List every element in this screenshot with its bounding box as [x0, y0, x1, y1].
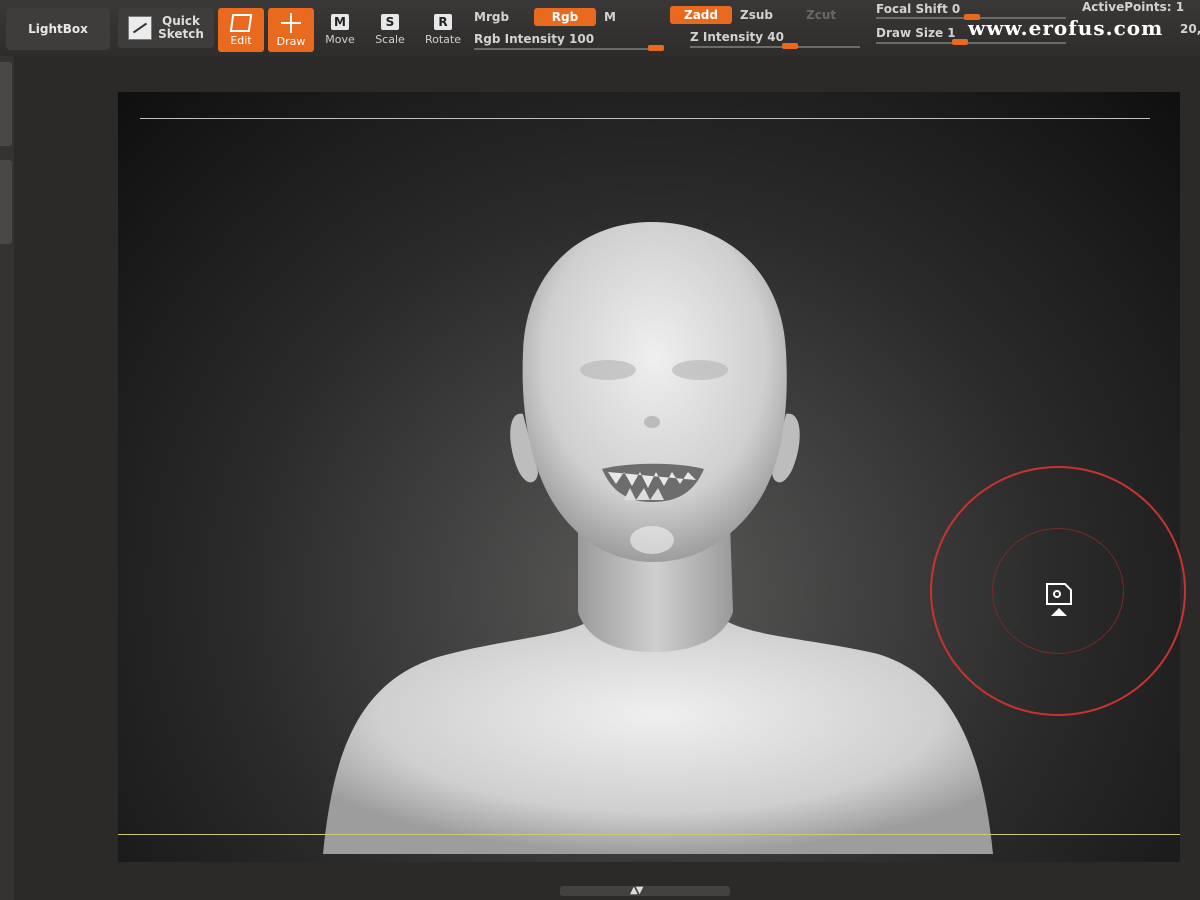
model-eye-left [580, 360, 636, 380]
quick-sketch-button[interactable]: Quick Sketch [118, 8, 214, 48]
edit-button[interactable]: Edit [218, 8, 264, 52]
rgb-toggle[interactable]: Rgb [534, 8, 596, 26]
lightbox-label: LightBox [28, 22, 88, 36]
model-nose [644, 416, 660, 428]
draw-size-knob[interactable] [952, 39, 968, 45]
z-intensity-knob[interactable] [782, 43, 798, 49]
rotate-icon: R [434, 14, 452, 30]
canvas-scroll-handle[interactable] [560, 886, 730, 896]
sketch-icon [128, 16, 153, 40]
rgb-intensity-knob[interactable] [648, 45, 664, 51]
canvas-frame-bottom [118, 834, 1180, 835]
zadd-toggle[interactable]: Zadd [670, 6, 732, 24]
model-torso [323, 622, 993, 854]
watermark-text: www.erofus.com [968, 16, 1164, 40]
quick-sketch-line1: Quick [162, 14, 200, 28]
focal-shift-label: Focal Shift 0 [876, 2, 961, 16]
model-teeth-lower [624, 488, 664, 500]
move-button[interactable]: M Move [322, 8, 358, 52]
active-points-value: 20, [1180, 22, 1200, 36]
rotate-button[interactable]: R Rotate [420, 8, 466, 52]
edit-label: Edit [230, 33, 252, 47]
scale-button[interactable]: S Scale [370, 8, 410, 52]
move-icon: M [331, 14, 349, 30]
zcut-toggle[interactable]: Zcut [806, 8, 836, 22]
mrgb-toggle[interactable]: Mrgb [474, 10, 509, 24]
z-intensity-slider[interactable] [690, 46, 860, 48]
left-shelf [0, 56, 14, 900]
m-toggle[interactable]: M [604, 10, 616, 24]
quick-sketch-label: Quick Sketch [158, 15, 204, 41]
scroll-arrows-icon[interactable]: ▲▼ [630, 885, 643, 896]
scale-icon: S [381, 14, 399, 30]
draw-label: Draw [276, 34, 306, 48]
z-intensity-label: Z Intensity 40 [690, 30, 784, 44]
rotate-label: Rotate [424, 33, 461, 46]
scale-label: Scale [375, 33, 405, 46]
move-label: Move [325, 33, 355, 46]
lightbox-button[interactable]: LightBox [6, 8, 110, 50]
brush-cursor-icon [1046, 583, 1072, 616]
quick-sketch-line2: Sketch [158, 27, 204, 41]
model-head [522, 222, 787, 562]
draw-icon [280, 12, 302, 33]
left-shelf-tab[interactable] [0, 62, 12, 146]
draw-size-label: Draw Size 1 [876, 26, 956, 40]
model-chin [630, 526, 674, 554]
edit-icon [229, 13, 253, 32]
active-points-label: ActivePoints: 1 [1082, 0, 1185, 14]
model-eye-right [672, 360, 728, 380]
rgb-intensity-label: Rgb Intensity 100 [474, 32, 595, 46]
left-shelf-tab[interactable] [0, 160, 12, 244]
draw-button[interactable]: Draw [268, 8, 314, 52]
draw-size-slider[interactable] [876, 42, 1066, 44]
zsub-toggle[interactable]: Zsub [740, 8, 773, 22]
rgb-intensity-slider[interactable] [474, 48, 664, 50]
